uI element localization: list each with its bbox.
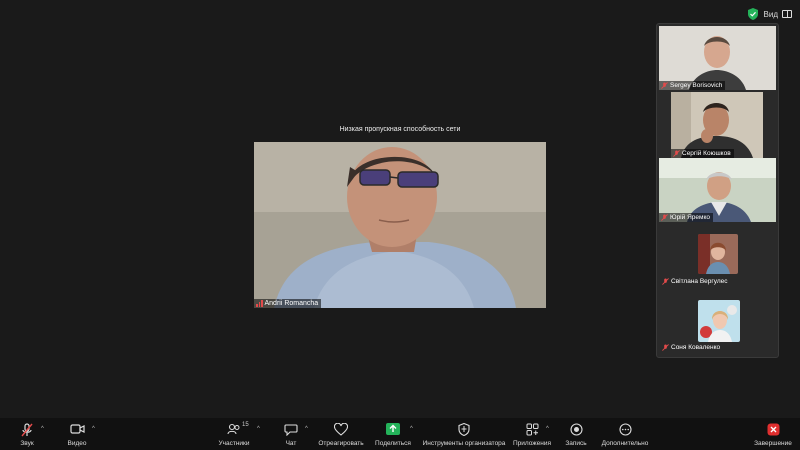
audio-options-caret[interactable]: ^ [41,426,44,432]
host-tools-label: Инструменты организатора [422,440,506,447]
low-signal-icon [256,300,263,307]
record-icon [569,423,583,436]
end-meeting-button[interactable]: Завершение [752,418,794,450]
share-screen-icon [386,423,400,435]
mic-muted-icon [662,344,669,351]
speaker-name-tag: Andrii Romancha [254,299,322,308]
view-button[interactable]: Вид [764,10,792,19]
participants-icon [227,423,240,435]
participant-tile[interactable]: Соня Коваленко [659,290,776,356]
video-options-caret[interactable]: ^ [92,426,95,432]
participant-tile[interactable]: Sergey Borisovich [659,26,776,90]
audio-button[interactable]: Звук [14,418,40,450]
video-label: Видео [67,440,87,447]
audio-label: Звук [20,440,34,447]
chat-options-caret[interactable]: ^ [305,426,308,432]
meeting-toolbar: Звук ^ Видео ^ Участники 15 ^ Чат ^ Отре… [0,418,800,450]
participant-tile[interactable]: Сергій Коюшков [671,92,763,158]
mic-muted-icon [661,214,668,221]
participant-name: Sergey Borisovich [670,82,723,89]
participant-avatar [698,300,740,342]
host-tools-shield-icon [458,423,470,436]
mic-muted-icon [21,423,33,437]
chat-icon [284,424,298,436]
video-button[interactable]: Видео [64,418,90,450]
apps-icon [526,423,538,436]
participant-name-tag: Юрій Яремко [659,213,713,222]
chat-button[interactable]: Чат [280,418,302,450]
participant-tile[interactable]: Світлана Вергулес [659,224,776,290]
react-button[interactable]: Отреагировать [318,418,364,450]
participant-name-tag: Сергій Коюшков [671,149,734,158]
participant-name: Світлана Вергулес [671,278,728,285]
participant-name: Соня Коваленко [671,344,721,351]
react-label: Отреагировать [318,440,364,447]
avatar-image [698,234,738,274]
record-label: Запись [565,440,587,447]
mic-muted-icon [673,150,680,157]
record-button[interactable]: Запись [563,418,589,450]
participants-count: 15 [242,422,249,428]
share-label: Поделиться [375,440,411,447]
top-right-controls: Вид [747,8,792,20]
mic-muted-icon [662,278,669,285]
more-label: Дополнительно [601,440,649,447]
main-speaker-video[interactable]: Andrii Romancha [254,142,546,308]
participant-tile[interactable]: Юрій Яремко [659,158,776,222]
participants-label: Участники [218,440,250,447]
share-options-caret[interactable]: ^ [410,426,413,432]
participant-name: Сергій Коюшков [682,150,731,157]
chat-label: Чат [285,440,297,447]
mic-muted-icon [661,82,668,89]
host-tools-button[interactable]: Инструменты организатора [422,418,506,450]
end-label: Завершение [754,440,792,447]
apps-label: Приложения [512,440,552,447]
video-camera-icon [69,424,85,434]
participant-name: Юрій Яремко [670,214,710,221]
more-options-icon [618,423,632,436]
share-screen-button[interactable]: Поделиться [374,418,412,450]
end-meeting-icon [767,423,779,436]
heart-reaction-icon [334,423,348,436]
speaker-name: Andrii Romancha [264,300,319,307]
security-shield-icon[interactable] [747,8,758,20]
participant-name-tag: Соня Коваленко [662,344,720,351]
participants-options-caret[interactable]: ^ [257,426,260,432]
participant-gallery[interactable]: Sergey Borisovich Сергій Коюшков Юрій Яр… [656,23,779,358]
participant-name-tag: Sergey Borisovich [659,81,726,90]
speaker-video-frame [254,142,546,308]
participant-name-tag: Світлана Вергулес [662,278,728,285]
view-label: Вид [763,9,778,19]
apps-button[interactable]: Приложения [512,418,552,450]
more-button[interactable]: Дополнительно [600,418,650,450]
grid-view-icon [782,10,792,18]
participant-avatar [698,234,738,274]
avatar-image [698,300,740,342]
apps-options-caret[interactable]: ^ [546,426,549,432]
